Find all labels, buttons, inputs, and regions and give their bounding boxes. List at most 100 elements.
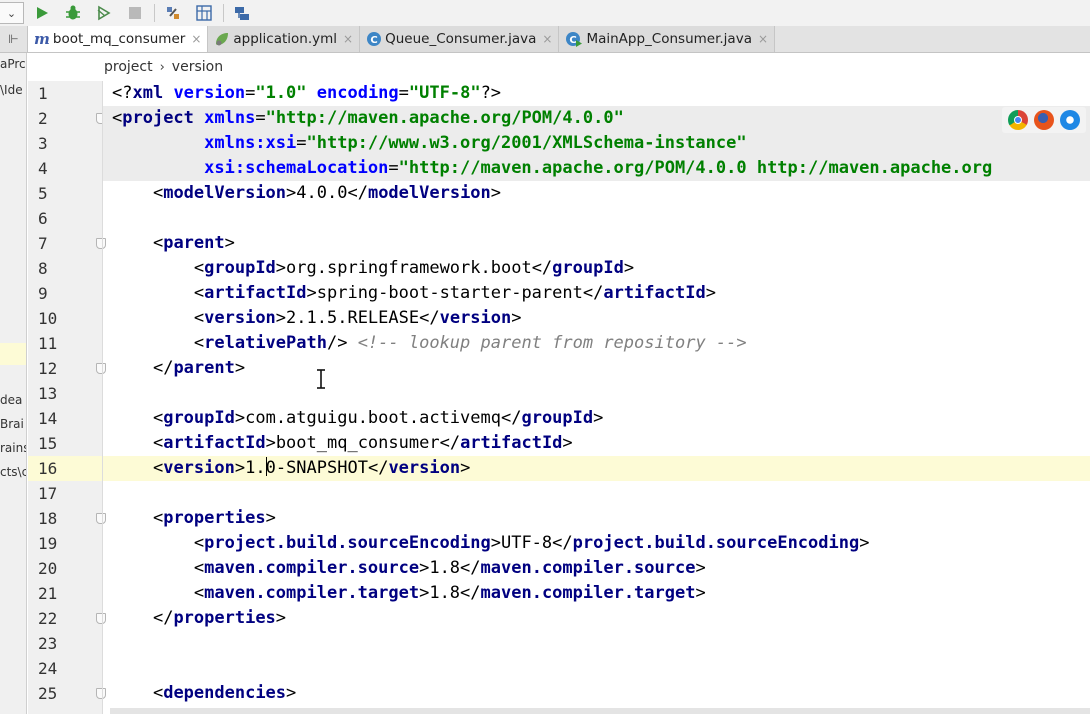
project-panel-strip[interactable]: aPrc \Ide dea Brai rains cts\c xyxy=(0,53,27,714)
line-number[interactable]: 2 xyxy=(28,106,102,131)
code-line[interactable]: 10 <version>2.1.5.RELEASE</version> xyxy=(28,306,1090,331)
code-text[interactable]: <project.build.sourceEncoding>UTF-8</pro… xyxy=(102,531,1090,556)
line-number[interactable]: 5 xyxy=(28,181,102,206)
code-line[interactable]: 12 </parent> xyxy=(28,356,1090,381)
pin-icon[interactable]: ⊩ xyxy=(0,26,28,52)
code-line[interactable]: 11 <relativePath/> <!-- lookup parent fr… xyxy=(28,331,1090,356)
code-text[interactable]: <parent> xyxy=(102,231,1090,256)
line-number[interactable]: 6 xyxy=(28,206,102,231)
code-editor[interactable]: 1 <?xml version="1.0" encoding="UTF-8"?> 2… xyxy=(28,81,1090,714)
code-text[interactable] xyxy=(102,481,1090,506)
line-number[interactable]: 25 xyxy=(28,681,102,706)
code-line[interactable]: 1 <?xml version="1.0" encoding="UTF-8"?> xyxy=(28,81,1090,106)
line-number[interactable]: 10 xyxy=(28,306,102,331)
code-text[interactable] xyxy=(102,656,1090,681)
code-text[interactable]: <dependencies> xyxy=(102,681,1090,706)
close-icon[interactable]: × xyxy=(343,32,353,46)
code-text[interactable]: <groupId>org.springframework.boot</group… xyxy=(102,256,1090,281)
stop-button[interactable] xyxy=(122,2,148,24)
layout-button[interactable] xyxy=(229,2,255,24)
chrome-icon[interactable] xyxy=(1008,110,1028,130)
code-line[interactable]: 8 <groupId>org.springframework.boot</gro… xyxy=(28,256,1090,281)
line-number[interactable]: 11 xyxy=(28,331,102,356)
line-number[interactable]: 12 xyxy=(28,356,102,381)
code-text[interactable] xyxy=(102,206,1090,231)
line-number[interactable]: 20 xyxy=(28,556,102,581)
tab-application-yml[interactable]: application.yml × xyxy=(208,26,361,52)
code-text[interactable] xyxy=(102,381,1090,406)
tree-item-fragment[interactable]: dea xyxy=(0,393,26,407)
debug-button[interactable] xyxy=(60,2,86,24)
line-number[interactable]: 1 xyxy=(28,81,102,106)
line-number[interactable]: 16 xyxy=(28,456,102,481)
line-number[interactable]: 4 xyxy=(28,156,102,181)
line-number[interactable]: 19 xyxy=(28,531,102,556)
code-line[interactable]: 24 xyxy=(28,656,1090,681)
breadcrumb-item-project[interactable]: project xyxy=(104,59,153,75)
code-line[interactable]: 22 </properties> xyxy=(28,606,1090,631)
code-text[interactable]: xmlns:xsi="http://www.w3.org/2001/XMLSch… xyxy=(102,131,1090,156)
sdk-button[interactable] xyxy=(191,2,217,24)
code-line[interactable]: 14 <groupId>com.atguigu.boot.activemq</g… xyxy=(28,406,1090,431)
code-text[interactable] xyxy=(102,631,1090,656)
code-text[interactable]: <version>1.0-SNAPSHOT</version> xyxy=(102,456,1090,481)
code-text[interactable]: <groupId>com.atguigu.boot.activemq</grou… xyxy=(102,406,1090,431)
code-text[interactable]: <modelVersion>4.0.0</modelVersion> xyxy=(102,181,1090,206)
line-number[interactable]: 24 xyxy=(28,656,102,681)
tree-item-fragment[interactable]: rains xyxy=(0,441,26,455)
code-line[interactable]: 20 <maven.compiler.source>1.8</maven.com… xyxy=(28,556,1090,581)
line-number[interactable]: 13 xyxy=(28,381,102,406)
run-button[interactable] xyxy=(29,2,55,24)
line-number[interactable]: 21 xyxy=(28,581,102,606)
code-text[interactable]: <relativePath/> <!-- lookup parent from … xyxy=(102,331,1090,356)
close-icon[interactable]: × xyxy=(542,32,552,46)
code-line[interactable]: 18 <properties> xyxy=(28,506,1090,531)
line-number[interactable]: 17 xyxy=(28,481,102,506)
code-line[interactable]: 25 <dependencies> xyxy=(28,681,1090,706)
code-text[interactable]: </parent> xyxy=(102,356,1090,381)
code-line[interactable]: 17 xyxy=(28,481,1090,506)
line-number[interactable]: 9 xyxy=(28,281,102,306)
code-text[interactable]: <maven.compiler.target>1.8</maven.compil… xyxy=(102,581,1090,606)
code-line[interactable]: 7 <parent> xyxy=(28,231,1090,256)
code-line[interactable]: 5 <modelVersion>4.0.0</modelVersion> xyxy=(28,181,1090,206)
code-text[interactable]: <?xml version="1.0" encoding="UTF-8"?> xyxy=(102,81,1090,106)
line-number[interactable]: 8 xyxy=(28,256,102,281)
line-number[interactable]: 22 xyxy=(28,606,102,631)
line-number[interactable]: 23 xyxy=(28,631,102,656)
code-line[interactable]: 19 <project.build.sourceEncoding>UTF-8</… xyxy=(28,531,1090,556)
code-text[interactable]: <properties> xyxy=(102,506,1090,531)
code-text[interactable]: <artifactId>boot_mq_consumer</artifactId… xyxy=(102,431,1090,456)
code-text[interactable]: <artifactId>spring-boot-starter-parent</… xyxy=(102,281,1090,306)
line-number[interactable]: 14 xyxy=(28,406,102,431)
close-icon[interactable]: × xyxy=(191,32,201,46)
tab-boot-mq-consumer[interactable]: m boot_mq_consumer × xyxy=(28,26,209,52)
code-line[interactable]: 2 <project xmlns="http://maven.apache.org… xyxy=(28,106,1090,131)
code-text[interactable]: <project xmlns="http://maven.apache.org/… xyxy=(102,106,1090,131)
code-line[interactable]: 15 <artifactId>boot_mq_consumer</artifac… xyxy=(28,431,1090,456)
line-number[interactable]: 3 xyxy=(28,131,102,156)
code-text[interactable]: <maven.compiler.source>1.8</maven.compil… xyxy=(102,556,1090,581)
coverage-button[interactable] xyxy=(91,2,117,24)
code-line[interactable]: 3 xmlns:xsi="http://www.w3.org/2001/XMLS… xyxy=(28,131,1090,156)
horizontal-scrollbar[interactable] xyxy=(110,708,1090,714)
code-line[interactable]: 13 xyxy=(28,381,1090,406)
code-line[interactable]: 21 <maven.compiler.target>1.8</maven.com… xyxy=(28,581,1090,606)
code-line[interactable]: 6 xyxy=(28,206,1090,231)
tree-item-fragment[interactable]: Brai xyxy=(0,417,26,431)
code-line[interactable]: 23 xyxy=(28,631,1090,656)
tab-mainapp-consumer-java[interactable]: C MainApp_Consumer.java × xyxy=(559,26,776,52)
code-text[interactable]: xsi:schemaLocation="http://maven.apache.… xyxy=(102,156,1090,181)
safari-icon[interactable] xyxy=(1060,110,1080,130)
project-structure-button[interactable] xyxy=(160,2,186,24)
code-line[interactable]: 4 xsi:schemaLocation="http://maven.apach… xyxy=(28,156,1090,181)
code-text[interactable]: <version>2.1.5.RELEASE</version> xyxy=(102,306,1090,331)
line-number[interactable]: 18 xyxy=(28,506,102,531)
code-text[interactable]: </properties> xyxy=(102,606,1090,631)
code-line[interactable]: 16 <version>1.0-SNAPSHOT</version> xyxy=(28,456,1090,481)
tree-item-fragment[interactable]: aPrc xyxy=(0,57,26,71)
line-number[interactable]: 7 xyxy=(28,231,102,256)
tree-item-fragment[interactable]: \Ide xyxy=(0,83,26,97)
code-line[interactable]: 9 <artifactId>spring-boot-starter-parent… xyxy=(28,281,1090,306)
line-number[interactable]: 15 xyxy=(28,431,102,456)
